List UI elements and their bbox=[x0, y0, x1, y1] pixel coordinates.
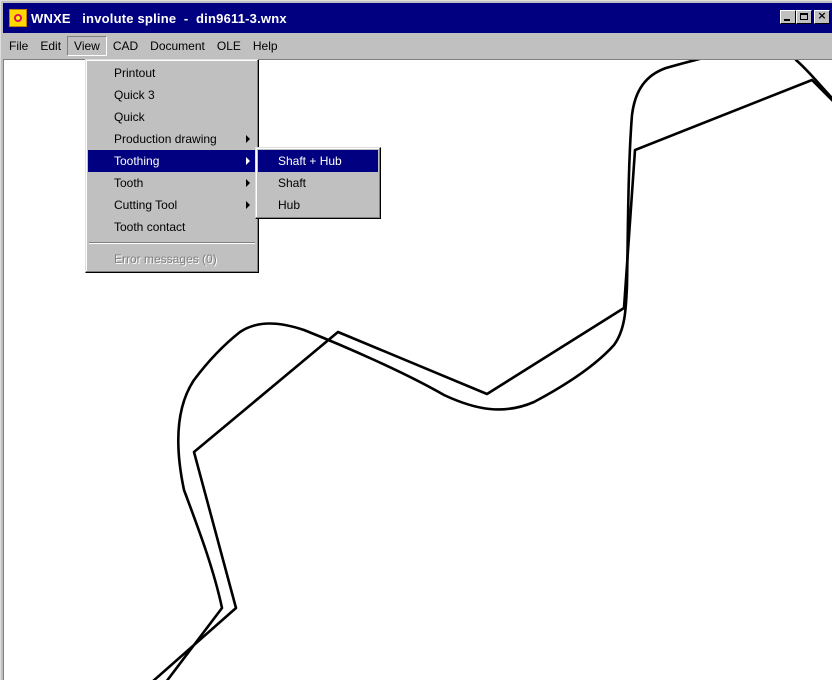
menu-item-tooth-contact[interactable]: Tooth contact bbox=[88, 216, 256, 238]
menu-item-quick[interactable]: Quick bbox=[88, 106, 256, 128]
maximize-icon bbox=[800, 13, 808, 20]
menu-item-label: Tooth contact bbox=[114, 220, 186, 234]
submenu-item-hub[interactable]: Hub bbox=[258, 194, 378, 216]
menu-ole[interactable]: OLE bbox=[211, 36, 247, 56]
menu-item-tooth[interactable]: Tooth bbox=[88, 172, 256, 194]
menu-item-label: Tooth bbox=[114, 176, 144, 190]
submenu-item-label: Shaft + Hub bbox=[278, 154, 342, 168]
menu-item-label: Error messages (0) bbox=[114, 252, 217, 266]
application-window: WNXE involute spline - din9611-3.wnx × F… bbox=[0, 0, 832, 680]
submenu-item-label: Hub bbox=[278, 198, 301, 212]
menu-item-toothing[interactable]: Toothing bbox=[88, 150, 256, 172]
toothing-submenu: Shaft + Hub Shaft Hub bbox=[255, 147, 381, 219]
maximize-button[interactable] bbox=[796, 10, 812, 24]
app-icon[interactable] bbox=[9, 9, 27, 27]
minimize-icon bbox=[784, 19, 790, 21]
menu-item-cutting-tool[interactable]: Cutting Tool bbox=[88, 194, 256, 216]
close-icon: × bbox=[817, 9, 827, 22]
tooth-edge-curve bbox=[794, 60, 832, 100]
menu-item-label: Cutting Tool bbox=[114, 198, 178, 212]
menu-item-label: Quick bbox=[114, 110, 145, 124]
submenu-item-shaft[interactable]: Shaft bbox=[258, 172, 378, 194]
submenu-item-shaft-hub[interactable]: Shaft + Hub bbox=[258, 150, 378, 172]
submenu-item-label: Shaft bbox=[278, 176, 307, 190]
submenu-arrow-icon bbox=[246, 135, 250, 143]
menu-item-label: Printout bbox=[114, 66, 156, 80]
menu-edit[interactable]: Edit bbox=[34, 36, 67, 56]
menu-item-printout[interactable]: Printout bbox=[88, 62, 256, 84]
window-title: involute spline - din9611-3.wnx bbox=[82, 10, 287, 26]
menu-item-label: Production drawing bbox=[114, 132, 217, 146]
view-menu: Printout Quick 3 Quick Production drawin… bbox=[85, 59, 259, 273]
menu-help[interactable]: Help bbox=[247, 36, 284, 56]
title-bar[interactable]: WNXE involute spline - din9611-3.wnx × bbox=[3, 3, 832, 33]
menu-view[interactable]: View bbox=[67, 36, 107, 56]
menu-cad[interactable]: CAD bbox=[107, 36, 144, 56]
app-name: WNXE bbox=[31, 10, 71, 26]
menu-separator bbox=[89, 242, 255, 244]
menu-file[interactable]: File bbox=[3, 36, 34, 56]
close-button[interactable]: × bbox=[814, 9, 830, 24]
submenu-arrow-icon bbox=[246, 179, 250, 187]
menu-item-quick-3[interactable]: Quick 3 bbox=[88, 84, 256, 106]
minimize-button[interactable] bbox=[780, 10, 796, 24]
menu-item-error-messages: Error messages (0) bbox=[88, 248, 256, 270]
menu-document[interactable]: Document bbox=[144, 36, 211, 56]
menu-item-label: Toothing bbox=[114, 154, 160, 168]
submenu-arrow-icon bbox=[246, 201, 250, 209]
submenu-arrow-icon bbox=[246, 157, 250, 165]
window-controls: × bbox=[780, 9, 830, 24]
menu-item-label: Quick 3 bbox=[114, 88, 155, 102]
window-title-spacer bbox=[71, 11, 82, 26]
menu-item-production-drawing[interactable]: Production drawing bbox=[88, 128, 256, 150]
menu-bar: File Edit View CAD Document OLE Help bbox=[3, 35, 832, 57]
